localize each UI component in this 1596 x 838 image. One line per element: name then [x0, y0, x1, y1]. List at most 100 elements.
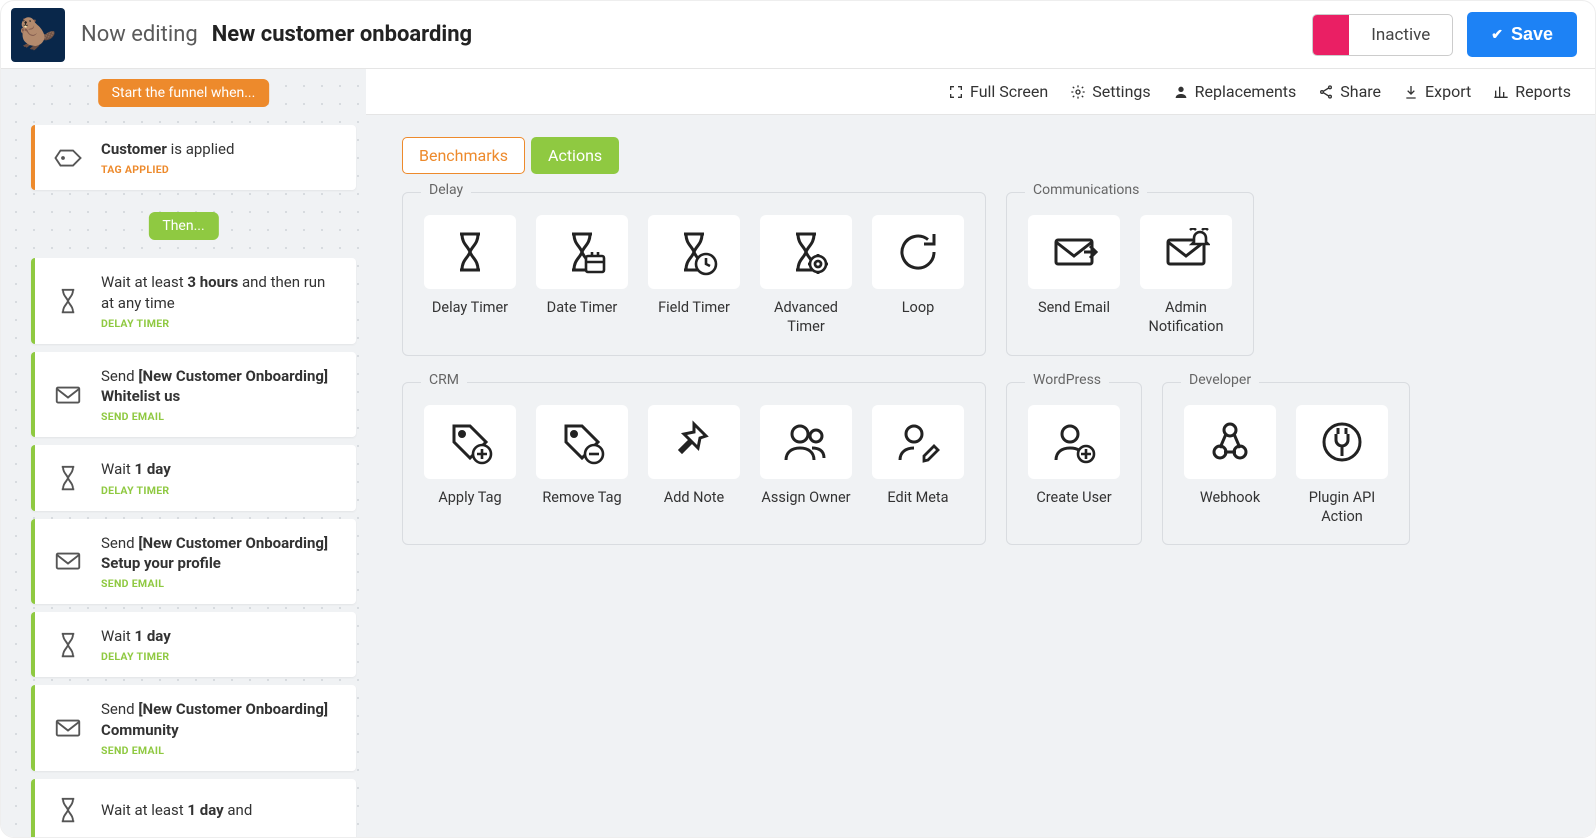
- mail-icon: [51, 544, 85, 578]
- tile-label: Admin Notification: [1137, 299, 1235, 337]
- tile-add-note[interactable]: Add Note: [645, 405, 743, 508]
- tile-webhook[interactable]: Webhook: [1181, 405, 1279, 527]
- funnel-step[interactable]: Wait 1 dayDELAY TIMER: [31, 612, 356, 677]
- check-icon: ✔: [1491, 26, 1503, 43]
- hourglass-icon: [424, 215, 516, 289]
- step-subtitle: DELAY TIMER: [101, 317, 340, 330]
- group-communications: CommunicationsSend EmailAdmin Notificati…: [1006, 192, 1254, 356]
- chart-icon: [1493, 84, 1509, 100]
- user-icon: [1173, 84, 1189, 100]
- tile-admin-notification[interactable]: Admin Notification: [1137, 215, 1235, 337]
- tile-apply-tag[interactable]: Apply Tag: [421, 405, 519, 508]
- plug-icon: [1296, 405, 1388, 479]
- tile-label: Loop: [902, 299, 935, 318]
- tile-label: Edit Meta: [887, 489, 948, 508]
- funnel-step[interactable]: Wait at least 3 hours and then run at an…: [31, 258, 356, 344]
- page-title: Now editing New customer onboarding: [81, 22, 1312, 47]
- group-label: WordPress: [1025, 372, 1109, 388]
- group-delay: DelayDelay TimerDate TimerField TimerAdv…: [402, 192, 986, 356]
- funnel-step[interactable]: Wait 1 day DELAY TIMER: [31, 445, 356, 510]
- step-subtitle: SEND EMAIL: [101, 410, 340, 423]
- step-subtitle: DELAY TIMER: [101, 650, 340, 663]
- tile-label: Plugin API Action: [1293, 489, 1391, 527]
- share-button[interactable]: Share: [1318, 82, 1381, 101]
- mail-icon: [51, 711, 85, 745]
- funnel-step[interactable]: Wait at least 1 day and: [31, 779, 356, 837]
- full-screen-button[interactable]: Full Screen: [948, 82, 1048, 101]
- hourglass-gear-icon: [760, 215, 852, 289]
- tile-label: Apply Tag: [438, 489, 501, 508]
- step-title: Send [New Customer Onboarding] Community: [101, 699, 340, 740]
- editor-toolbar: Full Screen Settings Replacements Share …: [366, 69, 1595, 115]
- step-title: Wait 1 day: [101, 459, 340, 479]
- replacements-button[interactable]: Replacements: [1173, 82, 1297, 101]
- actions-canvas: Benchmarks Actions DelayDelay TimerDate …: [366, 115, 1595, 837]
- tag-minus-icon: [536, 405, 628, 479]
- save-button[interactable]: ✔ Save: [1467, 12, 1577, 57]
- tile-label: Field Timer: [658, 299, 730, 318]
- group-crm: CRMApply TagRemove TagAdd NoteAssign Own…: [402, 382, 986, 546]
- start-chip[interactable]: Start the funnel when...: [98, 79, 270, 107]
- funnel-name[interactable]: New customer onboarding: [212, 22, 472, 47]
- step-title: Wait at least 3 hours and then run at an…: [101, 272, 340, 313]
- tile-field-timer[interactable]: Field Timer: [645, 215, 743, 337]
- step-title: Send [New Customer Onboarding] Setup you…: [101, 533, 340, 574]
- funnel-step[interactable]: Send [New Customer Onboarding] Community…: [31, 685, 356, 771]
- step-subtitle: TAG APPLIED: [101, 163, 340, 176]
- user-edit-icon: [872, 405, 964, 479]
- hourglass-icon: [51, 284, 85, 318]
- funnel-step[interactable]: Send [New Customer Onboarding] Whitelist…: [31, 352, 356, 438]
- export-icon: [1403, 84, 1419, 100]
- tile-remove-tag[interactable]: Remove Tag: [533, 405, 631, 508]
- status-color-swatch: [1313, 15, 1349, 55]
- group-wordpress: WordPressCreate User: [1006, 382, 1142, 546]
- tile-label: Create User: [1036, 489, 1111, 508]
- reports-button[interactable]: Reports: [1493, 82, 1571, 101]
- tile-assign-owner[interactable]: Assign Owner: [757, 405, 855, 508]
- group-label: Developer: [1181, 372, 1259, 388]
- mail-bell-icon: [1140, 215, 1232, 289]
- tile-edit-meta[interactable]: Edit Meta: [869, 405, 967, 508]
- export-button[interactable]: Export: [1403, 82, 1471, 101]
- tag-icon: [51, 141, 85, 175]
- tile-date-timer[interactable]: Date Timer: [533, 215, 631, 337]
- loop-icon: [872, 215, 964, 289]
- save-label: Save: [1511, 24, 1553, 45]
- webhook-icon: [1184, 405, 1276, 479]
- funnel-steps-sidebar[interactable]: Start the funnel when... Customer is app…: [1, 69, 366, 837]
- fullscreen-icon: [948, 84, 964, 100]
- tile-send-email[interactable]: Send Email: [1025, 215, 1123, 337]
- tile-delay-timer[interactable]: Delay Timer: [421, 215, 519, 337]
- group-label: Communications: [1025, 182, 1147, 198]
- tile-create-user[interactable]: Create User: [1025, 405, 1123, 508]
- funnel-step[interactable]: Customer is applied TAG APPLIED: [31, 125, 356, 190]
- mail-arrow-icon: [1028, 215, 1120, 289]
- hourglass-icon: [51, 628, 85, 662]
- tab-bar: Benchmarks Actions: [402, 137, 1559, 174]
- gear-icon: [1070, 84, 1086, 100]
- app-logo: 🦫: [11, 8, 65, 62]
- tag-plus-icon: [424, 405, 516, 479]
- tile-advanced-timer[interactable]: Advanced Timer: [757, 215, 855, 337]
- tab-actions[interactable]: Actions: [531, 137, 619, 174]
- settings-button[interactable]: Settings: [1070, 82, 1150, 101]
- step-title: Customer is applied: [101, 139, 340, 159]
- share-icon: [1318, 84, 1334, 100]
- tile-label: Send Email: [1038, 299, 1110, 318]
- tile-label: Add Note: [664, 489, 724, 508]
- tab-benchmarks[interactable]: Benchmarks: [402, 137, 525, 174]
- users-icon: [760, 405, 852, 479]
- group-developer: DeveloperWebhookPlugin API Action: [1162, 382, 1410, 546]
- tile-label: Delay Timer: [432, 299, 508, 318]
- tile-label: Remove Tag: [542, 489, 621, 508]
- topbar: 🦫 Now editing New customer onboarding In…: [1, 1, 1595, 69]
- status-text: Inactive: [1349, 15, 1452, 55]
- funnel-step[interactable]: Send [New Customer Onboarding] Setup you…: [31, 519, 356, 605]
- step-subtitle: DELAY TIMER: [101, 484, 340, 497]
- tile-loop[interactable]: Loop: [869, 215, 967, 337]
- tile-plugin-api-action[interactable]: Plugin API Action: [1293, 405, 1391, 527]
- status-toggle[interactable]: Inactive: [1312, 14, 1453, 56]
- then-chip[interactable]: Then...: [148, 212, 218, 240]
- group-label: CRM: [421, 372, 467, 388]
- pin-icon: [648, 405, 740, 479]
